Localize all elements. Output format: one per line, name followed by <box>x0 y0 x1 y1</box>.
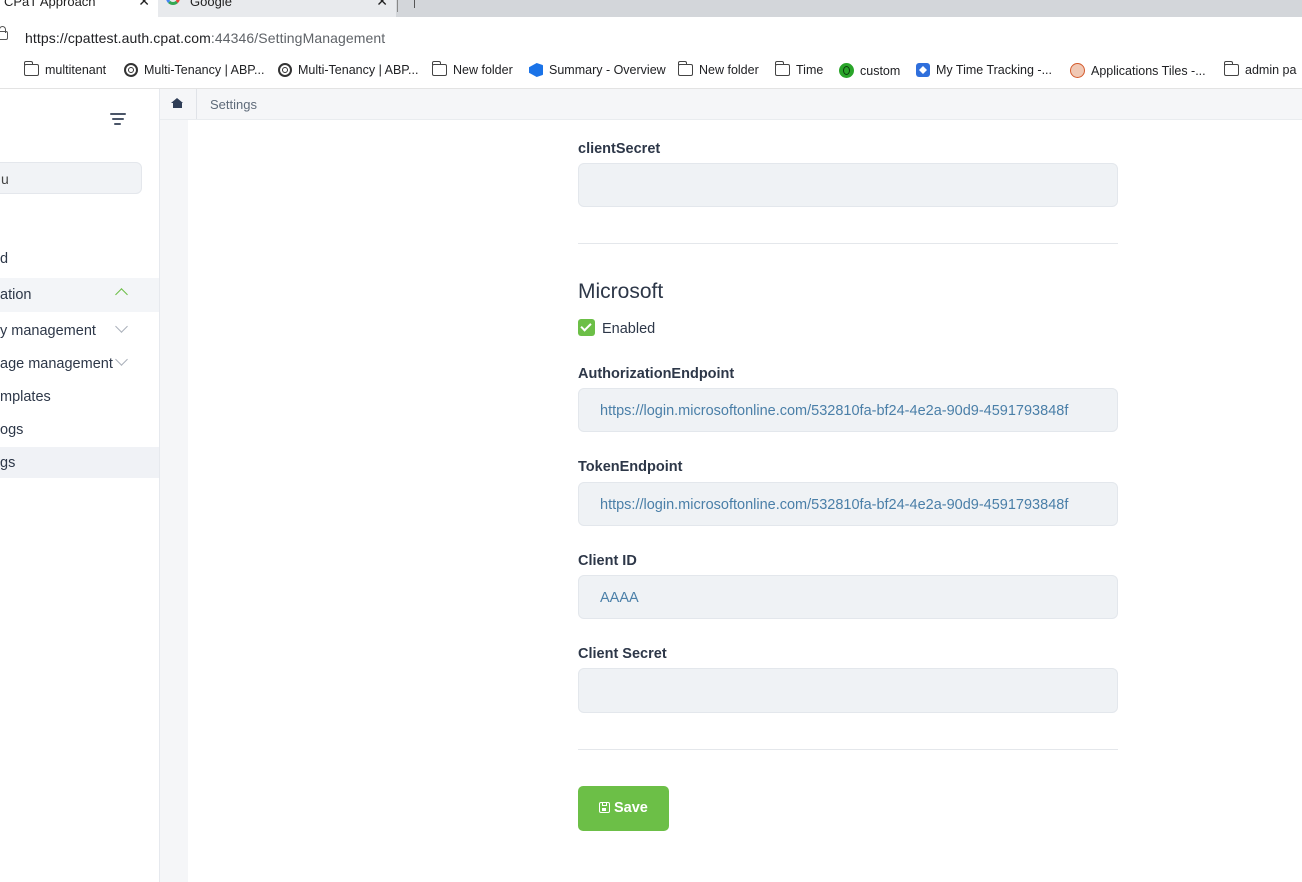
chevron-up-icon <box>115 288 128 301</box>
client-secret-input[interactable] <box>578 668 1118 713</box>
save-button[interactable]: Save <box>578 786 669 831</box>
settings-content: clientSecret Microsoft Enabled Authoriza… <box>188 120 1302 882</box>
home-icon[interactable] <box>171 98 183 108</box>
bookmark-label: Multi-Tenancy | ABP... <box>298 63 419 77</box>
bookmark-label: custom <box>860 64 901 78</box>
sidebar-item-label: age management <box>0 356 113 372</box>
bookmark-item[interactable]: Multi-Tenancy | ABP... <box>278 63 418 81</box>
url-host: https://cpattest.auth.cpat.com <box>25 30 211 46</box>
lock-icon[interactable] <box>0 26 8 40</box>
bookmark-item[interactable]: My Time Tracking -... <box>916 63 1052 81</box>
section-title-microsoft: Microsoft <box>578 280 664 303</box>
close-icon[interactable]: ✕ <box>376 0 388 10</box>
section-divider <box>578 243 1118 244</box>
abp-spiral-icon <box>278 63 292 77</box>
chevron-down-icon <box>115 353 128 366</box>
url-path: :44346/SettingManagement <box>210 30 386 46</box>
google-icon <box>166 0 180 5</box>
sidebar: u d ation y management age management mp… <box>0 89 160 882</box>
browser-tab-google[interactable]: Google ✕ <box>158 0 396 17</box>
enabled-label: Enabled <box>602 321 656 337</box>
sidebar-item-audit-logs[interactable]: ogs <box>0 415 159 445</box>
token-endpoint-label: TokenEndpoint <box>578 459 683 475</box>
bookmark-label: Applications Tiles -... <box>1091 64 1206 78</box>
section-divider <box>578 749 1118 750</box>
bookmark-label: Multi-Tenancy | ABP... <box>144 63 265 77</box>
input-value: https://login.microsoftonline.com/532810… <box>600 403 1069 419</box>
bookmark-item[interactable]: Time <box>774 61 824 81</box>
token-endpoint-input[interactable]: https://login.microsoftonline.com/532810… <box>578 482 1118 526</box>
client-secret-top-label: clientSecret <box>578 141 661 157</box>
sidebar-item-text-templates[interactable]: mplates <box>0 382 159 412</box>
breadcrumb: Settings <box>160 89 1302 120</box>
content-gutter <box>160 120 188 882</box>
azure-devops-icon <box>529 63 543 77</box>
sidebar-item-dashboard[interactable]: d <box>0 244 159 274</box>
browser-tab-active[interactable]: CPaT Approach ✕ <box>0 0 158 17</box>
green-globe-icon <box>839 63 854 78</box>
tab-title: Google <box>190 0 232 9</box>
new-tab-button[interactable] <box>414 0 415 8</box>
menu-toggle-icon[interactable] <box>110 113 126 125</box>
enabled-checkbox[interactable] <box>578 319 595 336</box>
input-value: https://login.microsoftonline.com/532810… <box>600 497 1069 513</box>
url-text[interactable]: https://cpattest.auth.cpat.com:44346/Set… <box>25 30 385 46</box>
sidebar-item-settings[interactable]: gs <box>0 447 159 478</box>
tab-title: CPaT Approach <box>4 0 96 9</box>
sidebar-item-label: ogs <box>0 422 24 438</box>
bookmark-item[interactable]: Multi-Tenancy | ABP... <box>124 63 264 81</box>
bookmark-label: Summary - Overview <box>549 63 666 77</box>
folder-icon <box>431 61 447 76</box>
chevron-down-icon <box>115 320 128 333</box>
bookmark-item[interactable]: Summary - Overview <box>529 63 666 81</box>
bookmark-item[interactable]: admin pa <box>1223 61 1297 81</box>
folder-icon <box>23 61 39 76</box>
bookmark-label: Time <box>796 63 824 77</box>
app-root: u d ation y management age management mp… <box>0 89 1302 882</box>
sidebar-item-label: gs <box>0 455 16 471</box>
sidebar-item-label: d <box>0 251 9 267</box>
folder-icon <box>1223 61 1239 76</box>
bookmark-label: My Time Tracking -... <box>936 63 1052 77</box>
bookmark-item[interactable]: custom <box>839 63 900 81</box>
sidebar-item-administration[interactable]: ation <box>0 278 159 312</box>
breadcrumb-current: Settings <box>210 97 257 112</box>
sidebar-item-identity-management[interactable]: y management <box>0 316 159 346</box>
bookmark-label: New folder <box>699 63 759 77</box>
abp-spiral-icon <box>124 63 138 77</box>
folder-icon <box>677 61 693 76</box>
client-id-label: Client ID <box>578 553 637 569</box>
bookmark-label: admin pa <box>1245 63 1297 77</box>
breadcrumb-separator <box>196 89 197 119</box>
folder-icon <box>774 61 790 76</box>
bookmark-label: multitenant <box>45 63 107 77</box>
address-bar[interactable]: https://cpattest.auth.cpat.com:44346/Set… <box>0 17 1302 53</box>
browser-tab-strip: CPaT Approach ✕ Google ✕ <box>0 0 1302 17</box>
search-text: u <box>1 171 9 187</box>
sidebar-item-language-management[interactable]: age management <box>0 349 159 379</box>
bookmark-item[interactable]: New folder <box>677 61 759 81</box>
bookmarks-bar: multitenant Multi-Tenancy | ABP... Multi… <box>0 53 1302 89</box>
bookmark-item[interactable]: New folder <box>431 61 513 81</box>
bookmark-item[interactable]: multitenant <box>23 61 107 81</box>
sidebar-item-label: ation <box>0 287 32 303</box>
authorization-endpoint-label: AuthorizationEndpoint <box>578 366 735 382</box>
close-icon[interactable]: ✕ <box>138 0 150 10</box>
client-secret-label: Client Secret <box>578 646 667 662</box>
save-button-label: Save <box>614 800 648 816</box>
client-secret-top-input[interactable] <box>578 163 1118 207</box>
bookmark-item[interactable]: Applications Tiles -... <box>1070 63 1206 81</box>
avatar-icon <box>1070 63 1085 78</box>
sidebar-item-label: mplates <box>0 389 51 405</box>
jira-icon <box>916 63 930 77</box>
save-disk-icon <box>599 802 610 813</box>
bookmark-label: New folder <box>453 63 513 77</box>
input-value: AAAA <box>600 590 639 606</box>
tab-separator <box>397 0 398 12</box>
client-id-input[interactable]: AAAA <box>578 575 1118 619</box>
sidebar-item-label: y management <box>0 323 96 339</box>
sidebar-search-input[interactable]: u <box>0 162 142 194</box>
authorization-endpoint-input[interactable]: https://login.microsoftonline.com/532810… <box>578 388 1118 432</box>
